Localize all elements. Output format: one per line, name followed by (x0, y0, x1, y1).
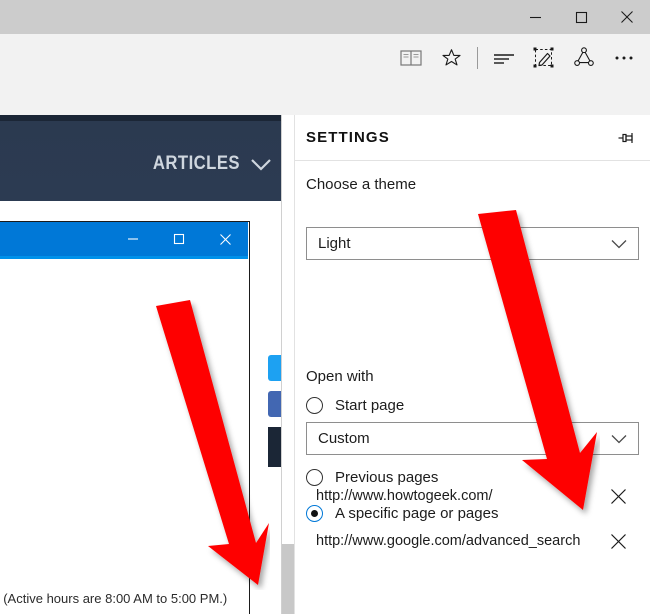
settings-pane: SETTINGS Choose a theme Light Open with (294, 115, 650, 614)
browser-window: ARTICLES . (Active hours are 8:00 AM to … (0, 0, 650, 614)
radio-indicator (306, 396, 323, 414)
close-icon (621, 11, 633, 23)
embedded-minimize-button[interactable] (110, 222, 156, 256)
pin-settings-button[interactable] (612, 123, 642, 153)
more-button[interactable] (604, 34, 644, 81)
share-facebook-button[interactable] (268, 391, 282, 417)
embedded-close-button[interactable] (202, 222, 248, 256)
more-icon (615, 56, 633, 59)
web-note-button[interactable] (524, 34, 564, 81)
maximize-button[interactable] (558, 0, 604, 34)
theme-select[interactable]: Light (306, 227, 639, 260)
site-header-accent (0, 115, 282, 121)
minimize-icon (529, 16, 541, 18)
reading-view-icon (400, 49, 422, 66)
close-icon (610, 488, 626, 504)
share-twitter-button[interactable] (268, 355, 282, 381)
web-note-icon (533, 47, 554, 67)
toolbar-spacer (0, 81, 650, 116)
embedded-body: . (Active hours are 8:00 AM to 5:00 PM.) (0, 259, 249, 614)
chevron-down-icon (611, 434, 627, 443)
close-icon (219, 233, 231, 245)
share-other-button[interactable] (268, 427, 282, 467)
url-text: http://www.google.com/advanced_search (316, 533, 581, 549)
theme-select-value: Light (318, 235, 351, 252)
nav-item-articles[interactable]: ARTICLES (141, 153, 272, 175)
settings-title: SETTINGS (306, 129, 390, 146)
maximize-icon (575, 11, 587, 23)
maximize-icon (173, 233, 185, 245)
chevron-down-icon (251, 158, 271, 171)
toolbar-divider (477, 46, 478, 69)
hub-icon (494, 53, 514, 64)
reading-view-button[interactable] (391, 34, 431, 81)
page-source-select[interactable]: Custom (306, 422, 639, 455)
close-icon (610, 533, 626, 549)
embedded-titlebar (0, 222, 248, 256)
minimize-icon (128, 238, 138, 240)
site-header: ARTICLES (0, 115, 282, 201)
embedded-caption: . (Active hours are 8:00 AM to 5:00 PM.) (0, 591, 228, 606)
nav-articles-label: ARTICLES (152, 153, 240, 174)
close-button[interactable] (604, 0, 650, 34)
settings-header: SETTINGS (295, 115, 650, 161)
pin-icon (618, 133, 633, 143)
radio-option-start-page[interactable]: Start page (306, 391, 404, 419)
url-text: http://www.howtogeek.com/ (316, 488, 493, 504)
window-controls (512, 0, 650, 34)
url-list-item: http://www.howtogeek.com/ (295, 475, 650, 517)
url-list-item: http://www.google.com/advanced_search (295, 520, 650, 562)
share-icon (574, 46, 594, 66)
page-source-select-value: Custom (318, 430, 370, 447)
hub-button[interactable] (484, 34, 524, 81)
toolbar-icon-group (391, 34, 644, 81)
favorites-button[interactable] (431, 34, 471, 81)
chevron-down-icon (611, 239, 627, 248)
remove-url-button[interactable] (607, 530, 629, 552)
open-with-section-label: Open with (306, 368, 374, 385)
embedded-maximize-button[interactable] (156, 222, 202, 256)
radio-label: Start page (335, 396, 405, 414)
content-scrollbar-thumb[interactable] (282, 544, 294, 614)
window-titlebar (0, 0, 650, 35)
share-button[interactable] (564, 34, 604, 81)
browser-toolbar (0, 34, 650, 81)
social-share-strip (268, 355, 282, 477)
minimize-button[interactable] (512, 0, 558, 34)
web-content-area: ARTICLES . (Active hours are 8:00 AM to … (0, 115, 294, 614)
content-scrollbar[interactable] (282, 115, 294, 614)
embedded-screenshot: . (Active hours are 8:00 AM to 5:00 PM.) (0, 221, 250, 614)
favorites-star-icon (441, 48, 461, 66)
embedded-window-controls (110, 222, 248, 256)
remove-url-button[interactable] (607, 485, 629, 507)
theme-section-label: Choose a theme (306, 176, 417, 193)
